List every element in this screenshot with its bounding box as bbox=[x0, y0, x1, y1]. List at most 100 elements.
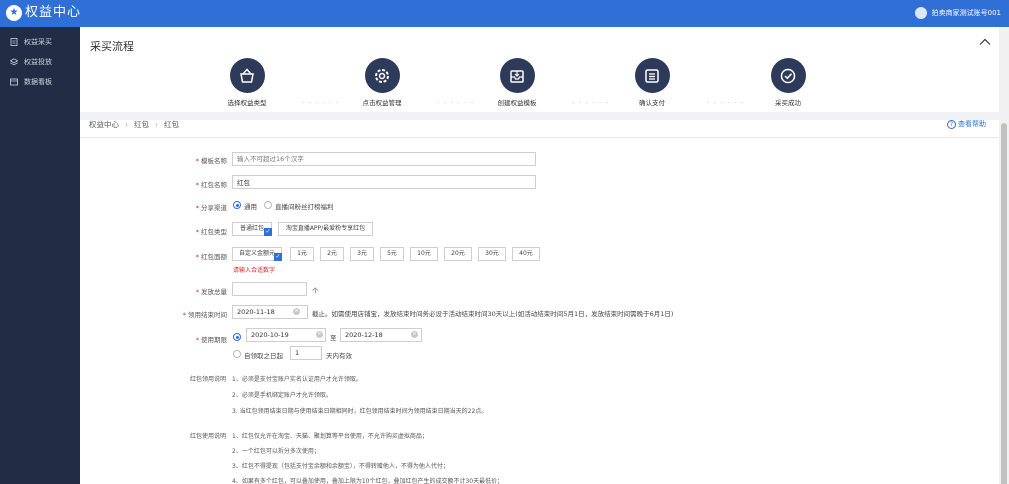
validity-range-radio[interactable] bbox=[233, 333, 241, 341]
claim-end-label: * 领用结束时间 bbox=[182, 311, 227, 319]
total-unit: 个 bbox=[312, 287, 319, 295]
breadcrumb: 权益中心 › 红包 › 红包 bbox=[89, 119, 179, 130]
usage-note-line: 3、红包不得提现（包括支付宝余额和余额宝），不得转赠他人，不得为他人代付； bbox=[232, 463, 449, 470]
amount-option[interactable]: 3元 bbox=[350, 247, 374, 261]
step-label: 点击权益管理 bbox=[362, 99, 402, 107]
redpack-type-label: * 红包类型 bbox=[195, 228, 227, 236]
amount-option[interactable]: 1元 bbox=[290, 247, 314, 261]
total-label: * 发放总量 bbox=[195, 288, 227, 296]
amount-label: * 红包面额 bbox=[195, 253, 227, 261]
breadcrumb-item: 红包 bbox=[164, 120, 179, 129]
claim-note-line: 2、必须是手机绑定账户才允许领取。 bbox=[232, 392, 332, 399]
redpack-name-input[interactable] bbox=[232, 175, 536, 189]
validity-days-stepper[interactable] bbox=[290, 346, 322, 360]
share-live-radio[interactable] bbox=[264, 201, 272, 209]
validity-relative-radio[interactable] bbox=[233, 350, 241, 358]
step-arrow: - - - - - - › bbox=[302, 101, 342, 105]
usage-note-line: 4、如果有多个红包，可以叠加使用，叠加上限为10个红包，叠加红包产生的成交额不计… bbox=[232, 478, 504, 484]
sidebar-item-label: 权益采买 bbox=[24, 38, 52, 46]
clear-icon[interactable]: × bbox=[411, 331, 418, 338]
clear-icon[interactable]: × bbox=[316, 331, 323, 338]
check-icon: ✓ bbox=[274, 253, 282, 261]
sidebar-item-label: 权益投放 bbox=[24, 58, 52, 66]
scrollbar[interactable] bbox=[999, 27, 1009, 484]
help-link[interactable]: ? 查看帮助 bbox=[947, 119, 986, 129]
template-name-input[interactable] bbox=[232, 152, 536, 166]
step-arrow: - - - - - - › bbox=[437, 101, 477, 105]
document-icon bbox=[10, 38, 18, 46]
template-name-label: * 模板名称 bbox=[195, 157, 227, 165]
total-input[interactable] bbox=[232, 282, 307, 296]
step-confirm-payment: 确认支付 bbox=[612, 58, 692, 107]
amount-option[interactable]: 20元 bbox=[444, 247, 472, 261]
amount-option[interactable]: 40元 bbox=[512, 247, 540, 261]
app-title: 权益中心 bbox=[25, 5, 82, 20]
amount-option[interactable]: 2元 bbox=[320, 247, 344, 261]
section-divider bbox=[80, 112, 999, 120]
share-live-label: 直播间粉丝打榜福利 bbox=[275, 203, 334, 211]
step-arrow: - - - - - - › bbox=[572, 101, 612, 105]
help-label: 查看帮助 bbox=[958, 120, 986, 128]
sidebar-item-dashboard[interactable]: 数据看板 bbox=[0, 72, 80, 92]
main-panel: 采买流程 选择权益类型 - - - - - - › 点击权益管理 - - - -… bbox=[80, 27, 999, 484]
step-label: 创建权益模板 bbox=[497, 99, 537, 107]
sidebar-item-delivery[interactable]: 权益投放 bbox=[0, 52, 80, 72]
share-general-radio[interactable] bbox=[233, 201, 241, 209]
share-channel-label: * 分享渠道 bbox=[195, 204, 227, 212]
step-label: 选择权益类型 bbox=[227, 99, 267, 107]
validity-relative-suffix: 天内有效 bbox=[326, 352, 352, 360]
share-general-label: 通用 bbox=[244, 203, 257, 211]
claim-notes-title: 红包领用说明 bbox=[190, 376, 227, 383]
breadcrumb-item[interactable]: 权益中心 bbox=[89, 119, 119, 130]
validity-relative-prefix: 自领取之日起 bbox=[244, 352, 283, 360]
amount-option[interactable]: 5元 bbox=[380, 247, 404, 261]
amount-custom-option[interactable]: 自定义金额元 ✓ bbox=[232, 247, 282, 261]
type-normal-option[interactable]: 普通红包 ✓ bbox=[232, 222, 272, 236]
sidebar: 权益采买 权益投放 数据看板 bbox=[0, 27, 80, 484]
chevron-right-icon: › bbox=[155, 120, 158, 129]
chevron-up-icon[interactable] bbox=[979, 36, 991, 48]
chevron-right-icon: › bbox=[125, 120, 128, 129]
claim-note-line: 3. 当红包领用结束日期与使用结束日期相同时，红包领用结束时间为领用结束日期当天… bbox=[232, 408, 488, 415]
basket-icon bbox=[229, 58, 265, 93]
gear-icon bbox=[364, 58, 400, 93]
header-divider bbox=[80, 137, 999, 138]
flow-title: 采买流程 bbox=[90, 40, 134, 53]
top-bar: ★ 权益中心 拍卖商家测试账号001 bbox=[0, 0, 1009, 27]
step-success: 采买成功 bbox=[748, 58, 828, 107]
sidebar-item-purchase[interactable]: 权益采买 bbox=[0, 32, 80, 52]
brand[interactable]: ★ 权益中心 bbox=[6, 4, 81, 22]
step-select-type: 选择权益类型 bbox=[207, 58, 287, 107]
validity-label: * 使用期限 bbox=[195, 336, 227, 344]
amount-error: 请输入合适数字 bbox=[233, 267, 276, 274]
step-create-template: 创建权益模板 bbox=[477, 58, 557, 107]
clear-icon[interactable]: × bbox=[293, 308, 300, 315]
check-circle-icon bbox=[770, 58, 806, 93]
list-icon bbox=[634, 58, 670, 93]
check-icon: ✓ bbox=[264, 228, 272, 236]
validity-end-input[interactable] bbox=[340, 328, 422, 342]
step-arrow: - - - - - - › bbox=[707, 101, 747, 105]
claim-end-hint: 截止。如需使用店铺宝，发放结束时间务必设于活动结束时间30天以上(如活动结束时间… bbox=[312, 310, 674, 318]
layers-icon bbox=[10, 58, 18, 66]
claim-note-line: 1、必须是支付宝账户实名认证用户才允许领取。 bbox=[232, 376, 362, 383]
redpack-name-label: * 红包名称 bbox=[195, 181, 227, 189]
validity-start-input[interactable] bbox=[246, 328, 326, 342]
usage-note-line: 2、一个红包可以拆分多次使用； bbox=[232, 448, 320, 455]
account-name: 拍卖商家测试账号001 bbox=[931, 9, 1001, 17]
type-live-option[interactable]: 淘宝直播APP/最爱粉专享红包 bbox=[278, 222, 373, 236]
purchase-steps: 选择权益类型 - - - - - - › 点击权益管理 - - - - - - … bbox=[80, 58, 999, 138]
breadcrumb-item[interactable]: 红包 bbox=[134, 119, 149, 130]
question-icon: ? bbox=[947, 119, 956, 129]
validity-to: 至 bbox=[330, 334, 337, 342]
usage-note-line: 1、红包仅允许在淘宝、天猫、聚划算等平台使用，不允许购买虚拟商品； bbox=[232, 433, 428, 440]
step-label: 确认支付 bbox=[639, 99, 665, 107]
scrollbar-thumb[interactable] bbox=[1001, 123, 1007, 484]
dashboard-icon bbox=[10, 78, 18, 86]
step-label: 采买成功 bbox=[775, 99, 801, 107]
amount-option[interactable]: 30元 bbox=[478, 247, 506, 261]
amount-option[interactable]: 10元 bbox=[410, 247, 438, 261]
avatar bbox=[914, 7, 927, 19]
account-menu[interactable]: 拍卖商家测试账号001 bbox=[914, 7, 1001, 19]
step-manage: 点击权益管理 bbox=[342, 58, 422, 107]
